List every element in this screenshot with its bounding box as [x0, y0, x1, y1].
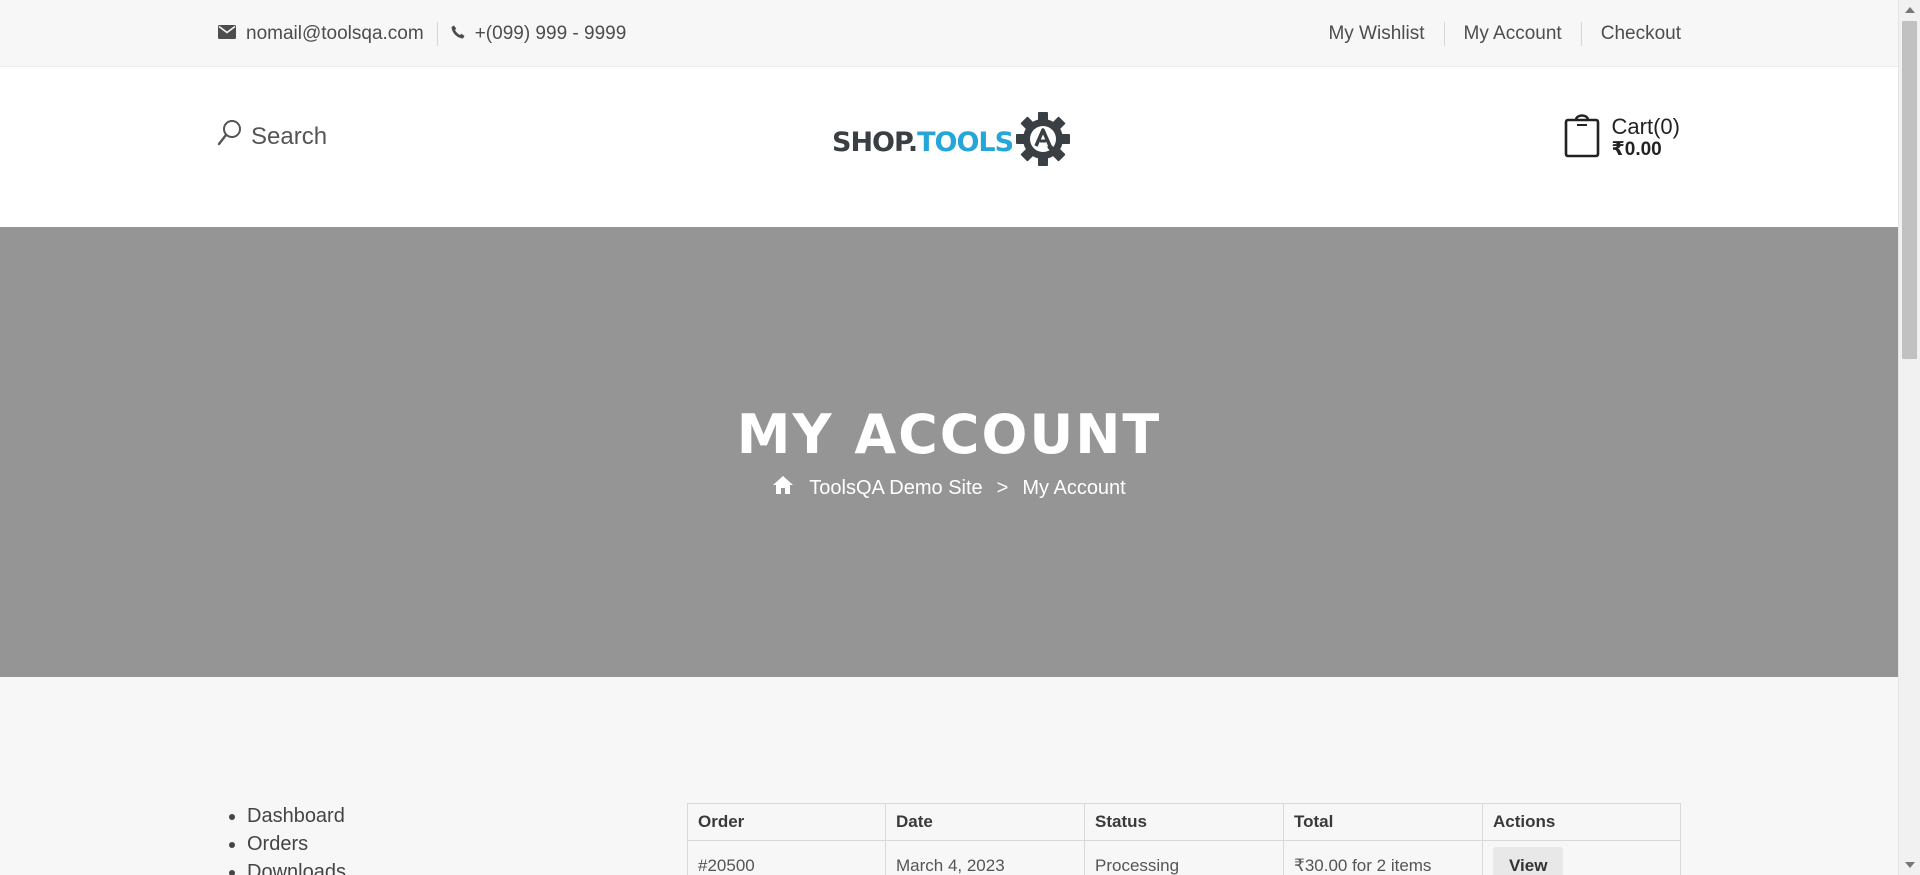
scroll-up-icon[interactable]	[1905, 7, 1915, 13]
orders-table: Order Date Status Total Actions #20500 M…	[687, 803, 1681, 875]
order-total-cell: ₹30.00 for 2 items	[1283, 840, 1483, 875]
nav-link-dashboard[interactable]: Dashboard	[247, 805, 345, 827]
breadcrumb: ToolsQA Demo Site > My Account	[0, 475, 1898, 501]
logo-text-tools: TOOLS	[917, 126, 1014, 158]
phone-text[interactable]: +(099) 999 - 9999	[475, 23, 627, 45]
column-header-actions: Actions	[1482, 803, 1681, 841]
cart-info[interactable]: Cart(0) ₹0.00	[1612, 114, 1680, 161]
page-banner: MY ACCOUNT ToolsQA Demo Site > My Accoun…	[0, 227, 1898, 677]
nav-link-orders[interactable]: Orders	[247, 833, 308, 855]
breadcrumb-home-link[interactable]: ToolsQA Demo Site	[809, 477, 982, 500]
breadcrumb-separator: >	[996, 476, 1009, 499]
my-wishlist-link[interactable]: My Wishlist	[1309, 23, 1443, 45]
order-number-link[interactable]: #20500	[698, 856, 755, 875]
scroll-down-icon[interactable]	[1905, 862, 1915, 868]
nav-item-dashboard[interactable]: Dashboard	[247, 802, 346, 830]
column-header-status: Status	[1084, 803, 1284, 841]
account-navigation: Dashboard Orders Downloads	[247, 802, 346, 875]
shopping-bag-icon	[1564, 112, 1612, 163]
search-label[interactable]: Search	[251, 123, 327, 151]
site-logo[interactable]: SHOP. TOOLS	[832, 111, 1073, 173]
my-account-link[interactable]: My Account	[1445, 23, 1581, 45]
divider	[436, 21, 438, 46]
cart-amount: ₹0.00	[1611, 139, 1662, 160]
email-text[interactable]: nomail@toolsqa.com	[246, 23, 424, 45]
nav-item-downloads[interactable]: Downloads	[247, 858, 346, 875]
column-header-total: Total	[1283, 803, 1483, 841]
cart-widget[interactable]: Cart(0) ₹0.00	[1564, 112, 1680, 163]
home-icon	[772, 475, 809, 501]
contact-info: nomail@toolsqa.com +(099) 999 - 9999	[218, 0, 626, 67]
logo-text-shop: SHOP.	[832, 126, 918, 158]
page-title: MY ACCOUNT	[736, 403, 1162, 466]
order-date-cell: March 4, 2023	[885, 840, 1085, 875]
email-contact[interactable]: nomail@toolsqa.com	[218, 23, 424, 45]
phone-contact[interactable]: +(099) 999 - 9999	[451, 23, 627, 45]
scrollbar-thumb[interactable]	[1902, 21, 1917, 359]
view-order-button[interactable]: View	[1493, 846, 1564, 875]
top-links: My Wishlist My Account Checkout	[1309, 0, 1681, 67]
account-content: Dashboard Orders Downloads Order Date St…	[0, 677, 1898, 875]
site-header: Search SHOP. TOOLS Cart(0) ₹0.00	[0, 67, 1898, 227]
order-number-cell[interactable]: #20500	[687, 840, 886, 875]
order-status-cell: Processing	[1084, 840, 1284, 875]
column-header-date: Date	[885, 803, 1085, 841]
checkout-link[interactable]: Checkout	[1582, 23, 1681, 45]
search-toggle[interactable]: Search	[217, 119, 327, 154]
nav-link-downloads[interactable]: Downloads	[247, 861, 346, 875]
breadcrumb-current: My Account	[1022, 476, 1126, 499]
top-bar: nomail@toolsqa.com +(099) 999 - 9999 My …	[0, 0, 1898, 67]
nav-item-orders[interactable]: Orders	[247, 830, 346, 858]
table-row: #20500 March 4, 2023 Processing ₹30.00 f…	[687, 840, 1681, 875]
phone-icon	[451, 23, 475, 45]
table-header-row: Order Date Status Total Actions	[687, 803, 1681, 841]
order-actions-cell: View	[1482, 840, 1681, 875]
envelope-icon	[218, 23, 246, 45]
cart-title[interactable]: Cart(0)	[1612, 114, 1680, 139]
search-icon	[217, 119, 251, 154]
page-scrollbar[interactable]	[1898, 0, 1920, 875]
gear-icon	[1015, 111, 1073, 173]
column-header-order: Order	[687, 803, 886, 841]
